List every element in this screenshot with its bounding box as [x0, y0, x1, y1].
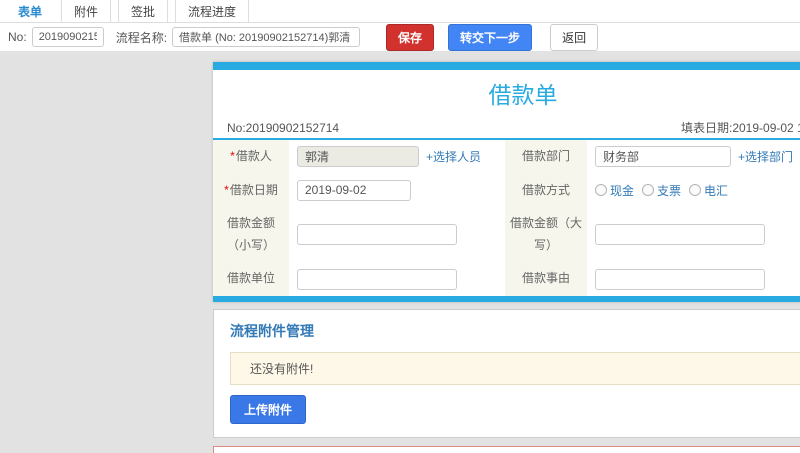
tab-attachments[interactable]: 附件	[61, 0, 112, 22]
main-content: 借款单 No:20190902152714 填表日期:2019-09-02 15…	[213, 62, 800, 453]
radio-cheque[interactable]: 支票	[642, 182, 681, 199]
department-input[interactable]	[595, 146, 731, 168]
loan-form-grid: *借款人 +选择人员 借款部门 +选择部门 *借款日期 借款	[213, 140, 800, 296]
control-row: No: 流程名称: 保存 转交下一步 返回	[0, 23, 800, 52]
tab-bar: 表单 附件 签批 流程进度	[0, 0, 800, 23]
doc-number: No:20190902152714	[227, 121, 340, 135]
amount-upper-input[interactable]	[595, 224, 765, 246]
radio-wire-transfer[interactable]: 电汇	[689, 182, 728, 199]
borrow-date-input[interactable]	[297, 179, 411, 201]
department-field: +选择部门	[587, 140, 800, 174]
borrow-method-label: 借款方式	[505, 173, 587, 208]
borrow-unit-label: 借款单位	[213, 262, 289, 296]
flow-name-input[interactable]	[172, 27, 361, 47]
fill-date: 填表日期:2019-09-02 15:27:1	[681, 121, 800, 135]
borrower-input[interactable]	[297, 146, 419, 168]
approval-panel: 流程签批意见 B I abc	[213, 445, 800, 453]
save-button[interactable]: 保存	[386, 23, 435, 51]
borrow-reason-field	[587, 262, 800, 296]
page-title: 借款单	[488, 82, 558, 108]
no-attachments-message: 还没有附件!	[230, 351, 800, 385]
borrow-reason-input[interactable]	[595, 268, 765, 290]
amount-lower-label: 借款金额（小写）	[213, 207, 289, 263]
borrow-method-radios: 现金 支票 电汇	[595, 182, 728, 199]
amount-lower-input[interactable]	[297, 224, 457, 246]
required-mark: *	[224, 182, 229, 197]
no-input[interactable]	[31, 27, 104, 47]
loan-form-panel: 借款单 No:20190902152714 填表日期:2019-09-02 15…	[213, 62, 800, 302]
select-department-link[interactable]: +选择部门	[738, 148, 793, 165]
select-person-link[interactable]: +选择人员	[426, 148, 481, 165]
borrow-method-field: 现金 支票 电汇	[587, 173, 800, 208]
flow-name-label: 流程名称:	[115, 30, 168, 45]
radio-circle-icon[interactable]	[642, 184, 655, 197]
borrow-date-field	[289, 173, 505, 208]
borrow-unit-input[interactable]	[297, 268, 457, 290]
borrower-label: *借款人	[213, 140, 289, 174]
borrower-field: +选择人员	[289, 140, 505, 174]
borrow-date-label: *借款日期	[213, 173, 289, 208]
amount-upper-field	[587, 207, 800, 263]
attachments-heading: 流程附件管理	[230, 322, 314, 339]
borrow-reason-label: 借款事由	[505, 262, 587, 296]
radio-cash[interactable]: 现金	[595, 182, 634, 199]
tab-process-progress[interactable]: 流程进度	[175, 0, 250, 22]
required-mark: *	[230, 149, 235, 163]
transfer-next-button[interactable]: 转交下一步	[448, 23, 533, 51]
upload-attachment-button[interactable]: 上传附件	[230, 394, 307, 424]
workspace: 借款单 No:20190902152714 填表日期:2019-09-02 15…	[0, 52, 800, 453]
panel-bottom-bar	[213, 295, 800, 302]
tab-approval[interactable]: 签批	[118, 0, 169, 22]
radio-circle-icon[interactable]	[595, 184, 607, 197]
amount-lower-field	[289, 207, 505, 263]
doc-meta-row: No:20190902152714 填表日期:2019-09-02 15:27:…	[213, 117, 800, 140]
tab-form[interactable]: 表单	[6, 0, 54, 22]
radio-circle-icon[interactable]	[689, 184, 702, 197]
borrow-unit-field	[289, 262, 505, 296]
panel-top-bar	[213, 62, 800, 70]
attachments-panel: 流程附件管理 还没有附件! 上传附件	[213, 308, 800, 438]
department-label: 借款部门	[505, 140, 587, 174]
no-label: No:	[8, 30, 27, 44]
amount-upper-label: 借款金额（大写）	[505, 207, 587, 263]
back-button[interactable]: 返回	[550, 23, 599, 51]
